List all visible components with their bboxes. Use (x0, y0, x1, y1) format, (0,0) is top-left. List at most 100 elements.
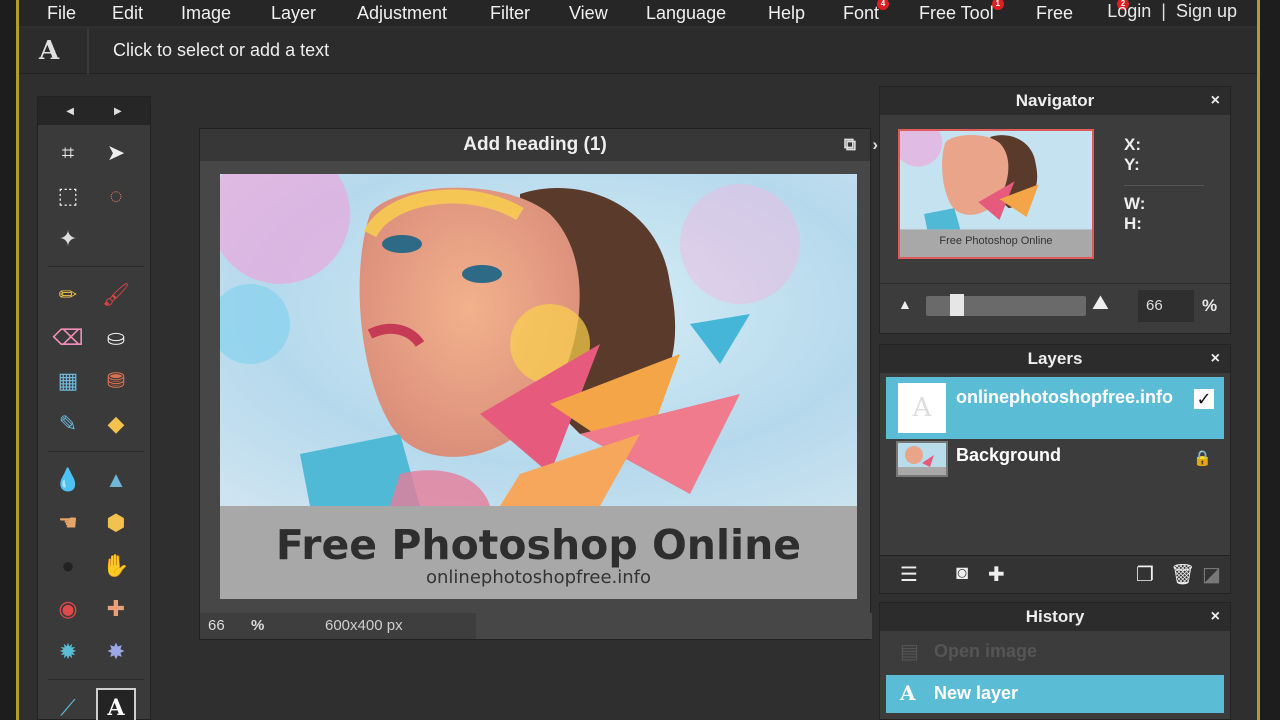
menu-free-tool-label: Free Tool (919, 3, 994, 23)
open-image-icon: ▤ (900, 641, 919, 663)
menu-free-tool[interactable]: Free Tool 1 (919, 0, 1004, 24)
color-picker-tool-icon[interactable]: ⟋ (48, 688, 88, 720)
sponge-tool-icon[interactable]: ⬢ (96, 503, 136, 543)
y-label: Y: (1124, 155, 1140, 174)
caption-title: Free Photoshop Online (275, 521, 802, 569)
menu-image[interactable]: Image (181, 2, 231, 24)
zoom-input[interactable]: 66 (1138, 290, 1194, 322)
document-titlebar[interactable]: Add heading (1) ⧉ › (200, 129, 878, 161)
zoom-level[interactable]: 66 (208, 617, 225, 634)
options-divider (87, 28, 89, 74)
red-eye-tool-icon[interactable]: ◉ (48, 589, 88, 629)
magic-wand-tool-icon[interactable]: ✦ (48, 219, 88, 259)
smudge-tool-icon[interactable]: ☚ (48, 503, 88, 543)
close-icon[interactable]: × (1211, 345, 1220, 373)
menu-file[interactable]: File (47, 2, 76, 24)
menu-view[interactable]: View (569, 2, 608, 24)
visibility-checkbox[interactable]: ✓ (1194, 389, 1214, 409)
new-layer-icon[interactable]: ❐ (1136, 562, 1154, 587)
text-layer-thumbnail: A (898, 383, 946, 433)
menu-font[interactable]: Font 4 (843, 0, 890, 24)
menu-free-label: Free (1036, 3, 1074, 23)
layer-style-icon[interactable]: ✚ (988, 562, 1005, 587)
layers-header[interactable]: Layers × (880, 345, 1230, 373)
close-icon[interactable]: › (872, 129, 878, 161)
toolbox-next-icon[interactable]: ▶ (114, 106, 122, 117)
menu-filter[interactable]: Filter (490, 2, 530, 24)
layer-settings-icon[interactable]: ☰ (900, 562, 918, 587)
portrait-artwork (220, 174, 857, 506)
lasso-tool-icon[interactable]: ◌ (96, 176, 136, 216)
marquee-tool-icon[interactable]: ⬚ (48, 176, 88, 216)
eraser-tool-icon[interactable]: ⌫ (48, 318, 88, 358)
close-icon[interactable]: × (1211, 87, 1220, 115)
options-bar: A Click to select or add a text (19, 28, 1257, 74)
history-item-selected[interactable]: A New layer (886, 675, 1224, 713)
layer-name[interactable]: onlinephotoshopfree.info (956, 387, 1188, 408)
type-tool-icon[interactable]: A (96, 688, 136, 720)
spot-heal-tool-icon[interactable]: ✚ (96, 589, 136, 629)
navigator-thumbnail[interactable]: Free Photoshop Online (898, 129, 1094, 259)
menu-language[interactable]: Language (646, 2, 726, 24)
signup-link[interactable]: Sign up (1176, 0, 1237, 22)
pinch-tool-icon[interactable]: ✸ (96, 632, 136, 672)
login-link[interactable]: Login (1107, 0, 1151, 22)
lock-icon: 🔒 (1193, 450, 1212, 467)
zoom-in-icon[interactable]: ⛰ (1092, 292, 1109, 315)
trash-icon[interactable]: 🗑 (1170, 562, 1195, 587)
layer-mask-icon[interactable]: ◙ (956, 562, 968, 585)
gradient-tool-icon[interactable]: ▦ (48, 361, 88, 401)
zoom-out-icon[interactable]: ▲ (898, 296, 912, 312)
toolbox: ◀ ▶ ⌗ ➤ ⬚ ◌ ✦ ✏ 🖌 ⌫ ⛀ ▦ ⛃ ✎ ◆ 💧 ▲ ☚ ⬢ ● ✋ ◉ ✚ ✹ ✸ ⟋ A (37, 96, 151, 720)
clone-stamp-tool-icon[interactable]: ⛃ (96, 361, 136, 401)
auth-links: Login | Sign up (1107, 0, 1237, 22)
layer-item-background[interactable]: Background 🔒 (886, 439, 1224, 483)
image-canvas[interactable]: Free Photoshop Online onlinephotoshopfre… (220, 174, 857, 599)
document-window: Add heading (1) ⧉ › Free Photoshop Onlin… (199, 128, 878, 640)
layer-name[interactable]: Background (956, 445, 1188, 466)
history-title: History (1025, 607, 1085, 626)
menu-help[interactable]: Help (768, 2, 805, 24)
paint-bucket-tool-icon[interactable]: ⛀ (96, 318, 136, 358)
image-size: 600x400 px (325, 617, 403, 634)
blur-tool-icon[interactable]: 💧 (48, 460, 88, 500)
pencil-tool-icon[interactable]: ✏ (48, 275, 88, 315)
x-label: X: (1124, 135, 1141, 154)
restore-window-icon[interactable]: ⧉ (844, 129, 856, 161)
merge-icon[interactable]: ◪ (1202, 562, 1221, 587)
navigator-title: Navigator (1015, 91, 1095, 110)
close-icon[interactable]: × (1211, 603, 1220, 631)
crop-tool-icon[interactable]: ⌗ (48, 133, 88, 173)
background-layer-thumbnail (896, 441, 948, 477)
layers-title: Layers (1027, 349, 1083, 368)
burn-tool-icon[interactable]: ● (48, 546, 88, 586)
menu-adjustment[interactable]: Adjustment (357, 2, 447, 24)
statusbar-filler (476, 613, 872, 639)
menu-layer[interactable]: Layer (271, 2, 316, 24)
menu-free[interactable]: Free 2 (1036, 0, 1130, 24)
menu-edit[interactable]: Edit (112, 2, 143, 24)
brush-tool-icon[interactable]: 🖌 (96, 275, 136, 315)
shape-tool-icon[interactable]: ◆ (96, 404, 136, 444)
empty-tool-slot (96, 219, 136, 259)
layer-item-text[interactable]: A onlinephotoshopfree.info ✓ (886, 377, 1224, 439)
history-header[interactable]: History × (880, 603, 1230, 631)
history-item[interactable]: ▤ Open image (886, 633, 1224, 671)
w-label: W: (1124, 194, 1146, 213)
zoom-slider-handle[interactable] (950, 294, 964, 316)
history-item-label: New layer (934, 683, 1019, 703)
color-replace-tool-icon[interactable]: ✎ (48, 404, 88, 444)
sharpen-tool-icon[interactable]: ▲ (96, 460, 136, 500)
dodge-tool-icon[interactable]: ✋ (96, 546, 136, 586)
navigator-caption: Free Photoshop Online (939, 235, 1053, 247)
background-preview (898, 443, 946, 475)
zoom-unit: % (251, 617, 265, 634)
navigator-header[interactable]: Navigator × (880, 87, 1230, 115)
toolbox-prev-icon[interactable]: ◀ (66, 106, 74, 117)
history-panel: History × ▤ Open image A New layer (879, 602, 1231, 720)
notification-badge: 1 (991, 0, 1004, 10)
bloat-tool-icon[interactable]: ✹ (48, 632, 88, 672)
menu-font-label: Font (843, 3, 880, 23)
coords-divider (1124, 185, 1204, 186)
move-tool-icon[interactable]: ➤ (96, 133, 136, 173)
